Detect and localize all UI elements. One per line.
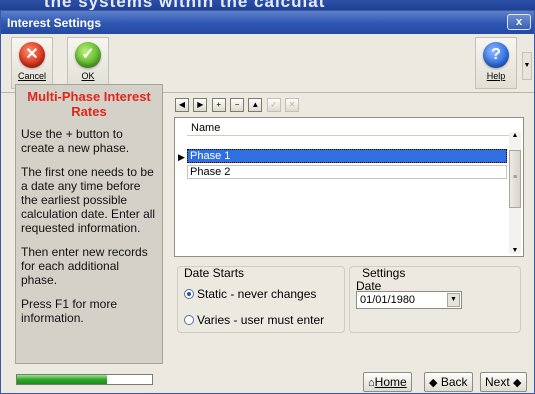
settings-group: Settings Date 01/01/1980 ▼ (349, 266, 521, 333)
post-record-button[interactable]: ✓ (266, 98, 281, 112)
radio-varies-label: Varies - user must enter (197, 313, 325, 327)
next-arrow-icon: ◆ (513, 377, 522, 389)
title-bar: Interest Settings x (1, 11, 534, 34)
help-dropdown-arrow-icon[interactable]: ▼ (522, 52, 532, 80)
radio-static[interactable]: Static - never changes (184, 287, 316, 301)
radio-varies[interactable]: Varies - user must enter (184, 313, 324, 327)
date-dropdown-icon[interactable]: ▼ (447, 293, 460, 307)
date-value: 01/01/1980 (360, 294, 416, 306)
phases-grid: Name ▶ Phase 1 Phase 2 ▲ ≡ ▼ (174, 117, 524, 257)
sidebar-paragraph: Press F1 for more information. (21, 297, 118, 325)
prev-record-button[interactable]: ◀ (175, 98, 189, 112)
back-button[interactable]: ◆ Back (424, 372, 473, 392)
background-caption: the systems within the calculat (44, 0, 326, 11)
next-record-button[interactable]: ▶ (193, 98, 208, 112)
date-starts-legend: Date Starts (184, 266, 245, 280)
column-header-name[interactable]: Name (187, 121, 511, 136)
cancel-record-button[interactable]: ✕ (285, 98, 300, 112)
progress-fill (17, 375, 108, 384)
close-button[interactable]: x (507, 14, 531, 30)
next-label: Next (485, 375, 510, 389)
date-field[interactable]: 01/01/1980 ▼ (356, 291, 462, 309)
back-label: Back (440, 375, 468, 389)
cancel-button[interactable]: ✕ Cancel (11, 37, 53, 89)
radio-unselected-icon (184, 315, 194, 325)
scroll-thumb[interactable]: ≡ (509, 150, 521, 208)
current-row-indicator-icon: ▶ (178, 152, 185, 162)
help-icon: ? (483, 42, 509, 68)
help-button[interactable]: ? Help (475, 37, 517, 89)
ok-button[interactable]: ✓ OK (67, 37, 109, 89)
sidebar-heading: Multi-Phase Interest Rates (27, 89, 151, 119)
record-navigator: ◀ ▶ + − ▲ ✓ ✕ (175, 98, 300, 112)
progress-bar (16, 374, 153, 385)
next-button[interactable]: Next ◆ (480, 372, 527, 392)
sidebar-paragraph: Then enter new records for each addition… (21, 245, 148, 287)
ok-label: OK (81, 71, 95, 81)
edit-record-button[interactable]: ▲ (248, 98, 263, 112)
radio-static-label: Static - never changes (197, 287, 317, 301)
home-button[interactable]: ⌂Home (363, 372, 412, 392)
delete-record-button[interactable]: − (230, 98, 245, 112)
scroll-down-icon[interactable]: ▼ (509, 247, 521, 254)
cancel-label: Cancel (17, 71, 46, 81)
sidebar-paragraph: Use the + button to create a new phase. (21, 127, 130, 155)
help-label: Help (486, 71, 506, 81)
add-record-button[interactable]: + (211, 98, 226, 112)
back-arrow-icon: ◆ (429, 377, 438, 389)
window-title: Interest Settings (7, 16, 102, 30)
sidebar-paragraph: The first one needs to be a date any tim… (21, 165, 156, 235)
table-row[interactable]: Phase 1 (187, 149, 507, 163)
table-row[interactable]: Phase 2 (187, 165, 507, 179)
date-starts-group: Date Starts Static - never changes Varie… (177, 266, 345, 333)
home-label: Home (374, 375, 407, 389)
settings-legend: Settings (362, 266, 406, 280)
cancel-icon: ✕ (19, 42, 45, 68)
grid-scrollbar[interactable]: ▲ ≡ ▼ (509, 132, 521, 254)
check-icon: ✓ (75, 42, 101, 68)
help-sidebar: Multi-Phase Interest Rates Use the + but… (15, 84, 163, 364)
radio-selected-icon (184, 289, 194, 299)
home-icon: ⌂ (368, 377, 375, 389)
scroll-up-icon[interactable]: ▲ (509, 132, 521, 139)
